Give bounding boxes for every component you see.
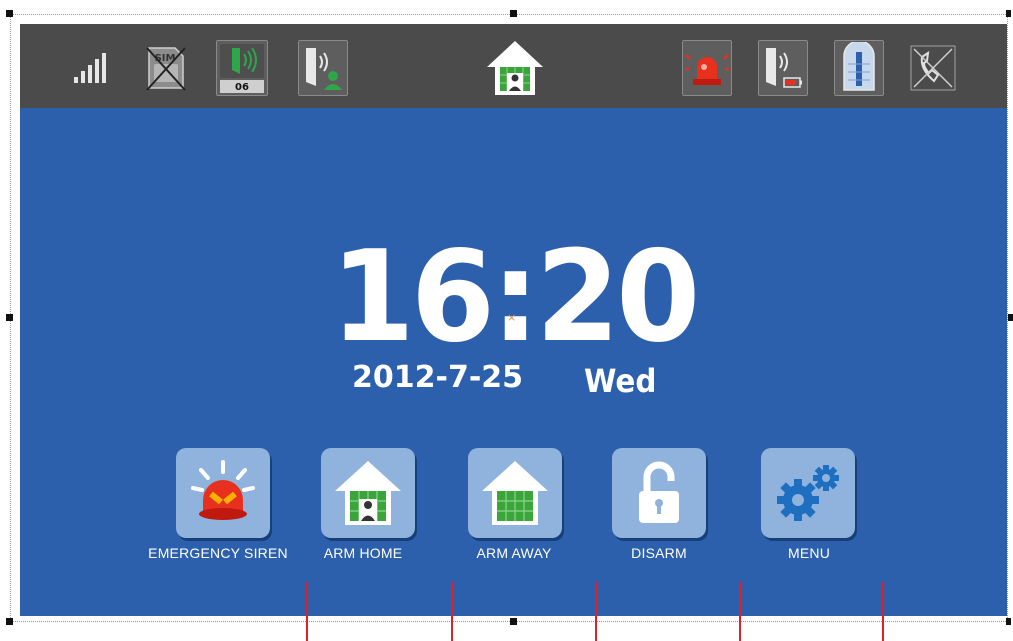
resize-handle[interactable]: [6, 314, 13, 321]
zone-sensor-icon: 06: [216, 40, 268, 96]
door-status-icon: [834, 40, 884, 96]
resize-handle[interactable]: [6, 618, 13, 625]
center-mark: ×: [507, 311, 517, 324]
alarm-siren-icon: [682, 40, 732, 96]
clock-date: 2012-7-25: [352, 360, 524, 395]
gears-icon: [777, 465, 839, 521]
unlock-icon: [639, 461, 679, 523]
door-sensor-user-icon: [298, 40, 348, 96]
menu-button[interactable]: [761, 448, 855, 538]
emergency-siren-button[interactable]: [176, 448, 270, 538]
disarm-button[interactable]: [612, 448, 706, 538]
siren-icon: [191, 460, 255, 520]
status-bar: SIM 06: [20, 24, 1007, 108]
zone-number: 06: [235, 82, 249, 93]
resize-handle[interactable]: [1006, 618, 1011, 625]
resize-handle[interactable]: [6, 10, 13, 17]
door-sensor-low-battery-icon: [758, 40, 808, 96]
alarm-panel-screen: SIM 06 16:20 × 2012-7-25 Wed EMERGENCY S…: [20, 24, 1007, 616]
arm-away-icon: [482, 461, 548, 525]
resize-handle[interactable]: [1008, 314, 1013, 321]
clock-weekday: Wed: [584, 362, 657, 400]
clock-time: 16:20: [330, 223, 701, 370]
resize-handle[interactable]: [1006, 10, 1011, 17]
menu-label: MENU: [787, 545, 831, 561]
resize-handle[interactable]: [510, 10, 517, 17]
annotation-line: [739, 582, 741, 641]
phone-disabled-icon: [908, 40, 958, 96]
arm-home-icon: [335, 461, 401, 525]
annotation-line: [882, 582, 884, 641]
arm-home-button[interactable]: [321, 448, 415, 538]
annotation-line: [595, 582, 597, 641]
resize-handle[interactable]: [510, 618, 517, 625]
arm-away-button[interactable]: [468, 448, 562, 538]
annotation-line: [451, 582, 453, 641]
no-sim-card-icon: SIM: [140, 40, 190, 96]
annotation-line: [306, 582, 308, 641]
home-mode-icon: [482, 36, 548, 100]
signal-strength-icon: [68, 40, 118, 96]
